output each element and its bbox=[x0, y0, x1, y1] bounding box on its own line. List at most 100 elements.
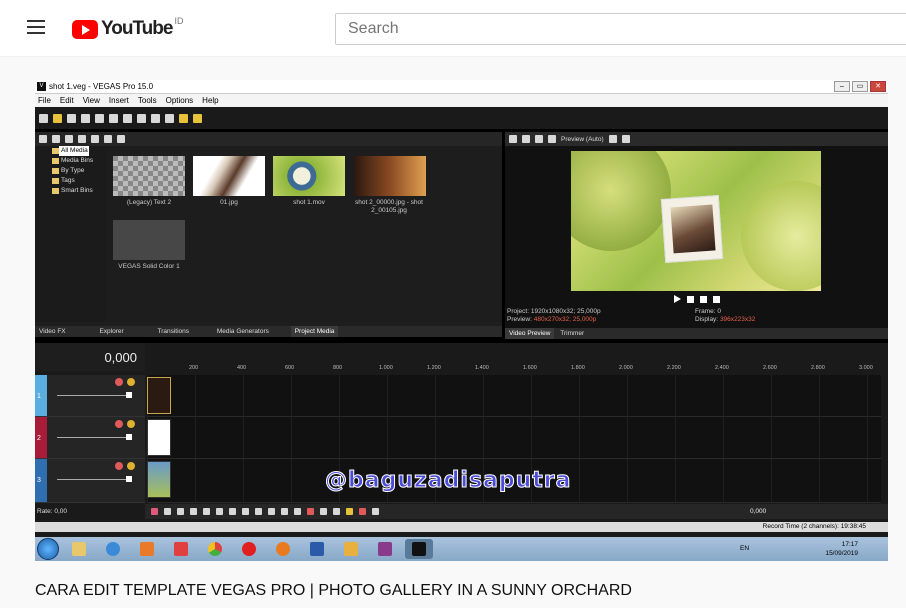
tab-trimmer[interactable]: Trimmer bbox=[556, 328, 588, 339]
close-button[interactable]: ✕ bbox=[870, 81, 886, 92]
redo-icon[interactable] bbox=[165, 113, 174, 123]
taskbar-opera[interactable] bbox=[235, 539, 263, 559]
video-player[interactable]: V shot 1.veg - VEGAS Pro 15.0 – ▭ ✕ File… bbox=[35, 80, 888, 561]
tab-video-fx[interactable]: Video FX bbox=[35, 326, 70, 337]
solo-icon[interactable] bbox=[127, 462, 135, 470]
snap-icon[interactable] bbox=[294, 508, 301, 515]
cut-icon[interactable] bbox=[109, 113, 118, 123]
views-icon[interactable] bbox=[104, 135, 112, 143]
edit-tool-icon[interactable] bbox=[281, 508, 288, 515]
media-thumb-shot2[interactable] bbox=[354, 156, 426, 196]
prev-frame-icon[interactable] bbox=[255, 508, 262, 515]
taskbar-explorer[interactable] bbox=[65, 539, 93, 559]
media-thumb-text[interactable] bbox=[113, 156, 185, 196]
opacity-slider[interactable] bbox=[57, 437, 132, 438]
mute-icon[interactable] bbox=[115, 462, 123, 470]
tab-media-generators[interactable]: Media Generators bbox=[213, 326, 273, 337]
menu-tools[interactable]: Tools bbox=[138, 94, 157, 107]
preview-fx-icon[interactable] bbox=[535, 135, 543, 143]
minimize-button[interactable]: – bbox=[834, 81, 850, 92]
time-ruler[interactable]: 200 400 600 800 1.000 1.200 1.400 1.600 … bbox=[145, 365, 888, 375]
mute-icon[interactable] bbox=[115, 378, 123, 386]
undo-icon[interactable] bbox=[151, 113, 160, 123]
video-title[interactable]: CARA EDIT TEMPLATE VEGAS PRO | PHOTO GAL… bbox=[35, 582, 632, 600]
track-header[interactable]: 2 bbox=[35, 417, 145, 459]
play-icon[interactable] bbox=[190, 508, 197, 515]
search-input[interactable] bbox=[335, 13, 906, 45]
menu-icon[interactable] bbox=[27, 20, 45, 34]
preview-settings-icon[interactable] bbox=[509, 135, 517, 143]
tree-smart-bins[interactable]: Smart Bins bbox=[35, 186, 107, 196]
opacity-slider[interactable] bbox=[57, 395, 132, 396]
loop-icon[interactable] bbox=[164, 508, 171, 515]
restore-button[interactable]: ▭ bbox=[852, 81, 868, 92]
slider-knob[interactable] bbox=[126, 434, 132, 440]
menu-lines-icon[interactable] bbox=[712, 295, 720, 303]
save-as-icon[interactable] bbox=[81, 113, 90, 123]
taskbar-word[interactable] bbox=[303, 539, 331, 559]
new-icon[interactable] bbox=[39, 113, 48, 123]
go-to-end-icon[interactable] bbox=[242, 508, 249, 515]
remove-icon[interactable] bbox=[78, 135, 86, 143]
taskbar-media[interactable] bbox=[133, 539, 161, 559]
snapshot-icon[interactable] bbox=[621, 135, 630, 143]
media-thumb-solid[interactable] bbox=[113, 220, 185, 260]
marker-icon[interactable] bbox=[346, 508, 353, 515]
preview-quality[interactable]: Preview (Auto) bbox=[561, 136, 604, 143]
solo-icon[interactable] bbox=[127, 378, 135, 386]
import-icon[interactable] bbox=[39, 135, 47, 143]
tree-tags[interactable]: Tags bbox=[35, 176, 107, 186]
slider-knob[interactable] bbox=[126, 476, 132, 482]
properties-icon[interactable] bbox=[95, 113, 104, 123]
opacity-slider[interactable] bbox=[57, 479, 132, 480]
tab-transitions[interactable]: Transitions bbox=[153, 326, 193, 337]
overlays-icon[interactable] bbox=[608, 135, 617, 143]
media-thumb-01[interactable] bbox=[193, 156, 265, 196]
taskbar-pdf[interactable] bbox=[337, 539, 365, 559]
taskbar-vegas[interactable] bbox=[405, 539, 433, 559]
media-thumb-shot1[interactable] bbox=[273, 156, 345, 196]
tab-project-media[interactable]: Project Media bbox=[290, 326, 339, 337]
menu-edit[interactable]: Edit bbox=[60, 94, 74, 107]
magnet-icon[interactable] bbox=[359, 508, 366, 515]
copy-icon[interactable] bbox=[123, 113, 132, 123]
slider-knob[interactable] bbox=[126, 392, 132, 398]
track-lane[interactable] bbox=[147, 417, 881, 459]
menu-options[interactable]: Options bbox=[166, 94, 194, 107]
menu-help[interactable]: Help bbox=[202, 94, 218, 107]
track-header[interactable]: 1 bbox=[35, 375, 145, 417]
capture-icon[interactable] bbox=[52, 135, 60, 143]
mute-icon[interactable] bbox=[115, 420, 123, 428]
track-lane[interactable] bbox=[147, 375, 881, 417]
trim-icon[interactable] bbox=[320, 508, 327, 515]
stop-icon[interactable] bbox=[216, 508, 223, 515]
ripple-icon[interactable] bbox=[372, 508, 379, 515]
language-indicator[interactable]: EN bbox=[740, 545, 749, 552]
timeline-clip[interactable] bbox=[147, 461, 171, 498]
get-media-icon[interactable] bbox=[65, 135, 73, 143]
stop-icon[interactable] bbox=[699, 295, 707, 303]
next-frame-icon[interactable] bbox=[268, 508, 275, 515]
pause-icon[interactable] bbox=[686, 295, 694, 303]
help-icon[interactable] bbox=[193, 113, 202, 123]
youtube-logo[interactable]: YouTube ID bbox=[72, 16, 183, 40]
play-from-start-icon[interactable] bbox=[177, 508, 184, 515]
taskbar-app[interactable] bbox=[167, 539, 195, 559]
taskbar-winrar[interactable] bbox=[371, 539, 399, 559]
menu-view[interactable]: View bbox=[83, 94, 100, 107]
taskbar-ie[interactable] bbox=[99, 539, 127, 559]
preview-copy-icon[interactable] bbox=[522, 135, 530, 143]
taskbar-firefox[interactable] bbox=[269, 539, 297, 559]
tree-by-type[interactable]: By Type bbox=[35, 166, 107, 176]
render-icon[interactable] bbox=[179, 113, 188, 123]
zoom-icon[interactable] bbox=[117, 135, 125, 143]
tab-video-preview[interactable]: Video Preview bbox=[505, 328, 555, 339]
play-icon[interactable] bbox=[673, 295, 681, 303]
delete-icon[interactable] bbox=[307, 508, 314, 515]
tab-explorer[interactable]: Explorer bbox=[95, 326, 127, 337]
menu-file[interactable]: File bbox=[38, 94, 51, 107]
menu-insert[interactable]: Insert bbox=[109, 94, 129, 107]
tree-media-bins[interactable]: Media Bins bbox=[35, 156, 107, 166]
tree-all-media[interactable]: All Media bbox=[52, 146, 89, 156]
media-fx-icon[interactable] bbox=[91, 135, 99, 143]
